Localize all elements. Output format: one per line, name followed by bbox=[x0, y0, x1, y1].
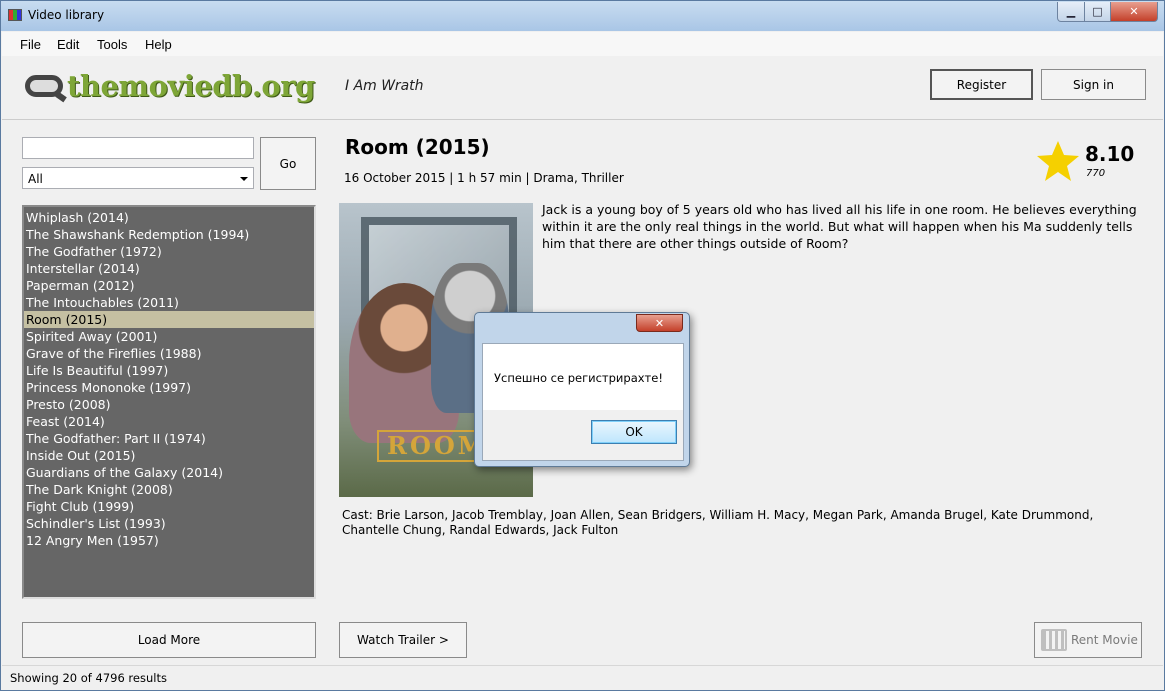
movie-list-item[interactable]: Fight Club (1999) bbox=[24, 498, 314, 515]
movie-list-item[interactable]: Paperman (2012) bbox=[24, 277, 314, 294]
vote-count: 770 bbox=[1086, 168, 1106, 179]
menu-tools[interactable]: Tools bbox=[97, 37, 127, 52]
movie-list-item[interactable]: 12 Angry Men (1957) bbox=[24, 532, 314, 549]
dialog-body: Успешно се регистрирахте! bbox=[482, 343, 684, 410]
rating-value: 8.10 bbox=[1085, 142, 1135, 166]
menu-edit[interactable]: Edit bbox=[57, 37, 79, 52]
maximize-button[interactable]: □ bbox=[1084, 2, 1111, 22]
movie-list-item[interactable]: The Shawshank Redemption (1994) bbox=[24, 226, 314, 243]
movie-list-item[interactable]: Presto (2008) bbox=[24, 396, 314, 413]
header-divider bbox=[2, 119, 1163, 120]
film-icon bbox=[1041, 629, 1067, 651]
tmdb-logo: themoviedb.org bbox=[25, 67, 315, 107]
rent-movie-button[interactable]: Rent Movie bbox=[1034, 622, 1142, 658]
close-icon: ✕ bbox=[654, 316, 665, 330]
movie-list-item[interactable]: Whiplash (2014) bbox=[24, 209, 314, 226]
movie-list-item[interactable]: Spirited Away (2001) bbox=[24, 328, 314, 345]
watch-trailer-button[interactable]: Watch Trailer > bbox=[339, 622, 467, 658]
sign-in-button[interactable]: Sign in bbox=[1041, 69, 1146, 100]
star-icon bbox=[1037, 141, 1079, 181]
movie-list-item[interactable]: Grave of the Fireflies (1988) bbox=[24, 345, 314, 362]
movie-list-item[interactable]: Guardians of the Galaxy (2014) bbox=[24, 464, 314, 481]
movie-meta: 16 October 2015 | 1 h 57 min | Drama, Th… bbox=[344, 171, 624, 185]
rent-movie-label: Rent Movie bbox=[1071, 633, 1138, 647]
window-title: Video library bbox=[28, 8, 105, 22]
movie-list-item[interactable]: Feast (2014) bbox=[24, 413, 314, 430]
status-text: Showing 20 of 4796 results bbox=[10, 671, 167, 685]
movie-list-item[interactable]: The Godfather (1972) bbox=[24, 243, 314, 260]
movie-list-item[interactable]: Room (2015) bbox=[24, 311, 314, 328]
message-dialog: ✕ Успешно се регистрирахте! OK bbox=[474, 312, 690, 467]
movie-list-item[interactable]: Interstellar (2014) bbox=[24, 260, 314, 277]
register-button[interactable]: Register bbox=[930, 69, 1033, 100]
filter-value: All bbox=[28, 172, 43, 186]
dialog-close-button[interactable]: ✕ bbox=[636, 314, 683, 332]
minimize-button[interactable]: ▁ bbox=[1057, 2, 1085, 22]
dialog-footer: OK bbox=[482, 410, 684, 461]
main-window: Video library ▁ □ ✕ File Edit Tools Help… bbox=[0, 0, 1165, 691]
load-more-button[interactable]: Load More bbox=[22, 622, 316, 658]
movie-title: Room (2015) bbox=[345, 135, 490, 159]
close-icon: ✕ bbox=[1129, 5, 1139, 18]
menu-bar: File Edit Tools Help bbox=[2, 32, 1163, 56]
app-icon bbox=[8, 9, 22, 21]
maximize-icon: □ bbox=[1092, 5, 1103, 18]
movie-list-item[interactable]: The Intouchables (2011) bbox=[24, 294, 314, 311]
menu-help[interactable]: Help bbox=[145, 37, 172, 52]
filter-select[interactable]: All bbox=[22, 167, 254, 189]
logo-text: themoviedb.org bbox=[67, 69, 315, 103]
chevron-down-icon bbox=[240, 177, 248, 181]
movie-list[interactable]: Whiplash (2014) The Shawshank Redemption … bbox=[22, 205, 316, 599]
movie-list-item[interactable]: Princess Mononoke (1997) bbox=[24, 379, 314, 396]
username-label: I Am Wrath bbox=[345, 78, 424, 94]
minimize-icon: ▁ bbox=[1066, 5, 1076, 18]
menu-file[interactable]: File bbox=[20, 37, 41, 52]
movie-list-item[interactable]: Schindler's List (1993) bbox=[24, 515, 314, 532]
go-button[interactable]: Go bbox=[260, 137, 316, 190]
movie-overview: Jack is a young boy of 5 years old who h… bbox=[542, 202, 1137, 251]
movie-cast: Cast: Brie Larson, Jacob Tremblay, Joan … bbox=[342, 508, 1094, 537]
movie-list-item[interactable]: Inside Out (2015) bbox=[24, 447, 314, 464]
movie-list-item[interactable]: Life Is Beautiful (1997) bbox=[24, 362, 314, 379]
status-bar: Showing 20 of 4796 results bbox=[2, 665, 1163, 690]
movie-list-item[interactable]: The Godfather: Part II (1974) bbox=[24, 430, 314, 447]
close-button[interactable]: ✕ bbox=[1110, 2, 1158, 22]
title-bar[interactable]: Video library ▁ □ ✕ bbox=[1, 1, 1164, 31]
ok-button[interactable]: OK bbox=[591, 420, 677, 444]
movie-list-item[interactable]: The Dark Knight (2008) bbox=[24, 481, 314, 498]
search-input[interactable] bbox=[22, 137, 254, 159]
dialog-message: Успешно се регистрирахте! bbox=[494, 371, 663, 385]
logo-mark-icon bbox=[25, 75, 63, 97]
